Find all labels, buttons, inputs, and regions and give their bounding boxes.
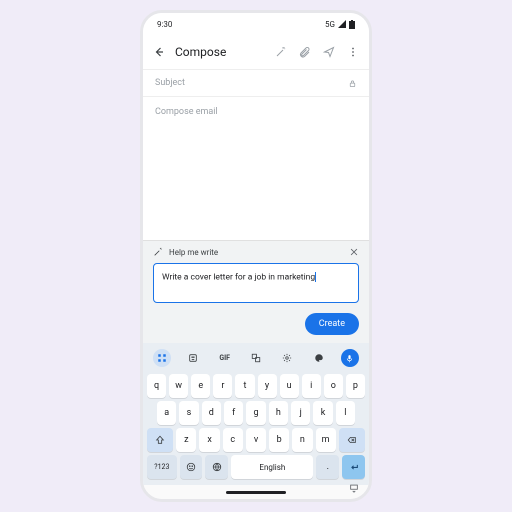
key-j[interactable]: j xyxy=(291,401,310,425)
subject-placeholder: Subject xyxy=(155,78,185,88)
key-q[interactable]: q xyxy=(147,374,166,398)
key-s[interactable]: s xyxy=(179,401,198,425)
body-spacer xyxy=(143,177,369,240)
send-icon[interactable] xyxy=(323,46,335,58)
key-space[interactable]: English xyxy=(231,455,313,479)
key-d[interactable]: d xyxy=(202,401,221,425)
nav-bar xyxy=(143,485,369,499)
apps-grid-icon[interactable] xyxy=(153,349,171,367)
mic-icon[interactable] xyxy=(341,349,359,367)
help-prompt-input[interactable]: Write a cover letter for a job in market… xyxy=(153,263,359,303)
key-a[interactable]: a xyxy=(157,401,176,425)
keyboard-row-4: ?123 English . xyxy=(147,455,365,479)
key-w[interactable]: w xyxy=(169,374,188,398)
body-placeholder: Compose email xyxy=(155,107,218,117)
key-z[interactable]: z xyxy=(176,428,196,452)
help-header: Help me write xyxy=(143,241,369,263)
subject-field[interactable]: Subject xyxy=(143,69,369,97)
status-time: 9:30 xyxy=(157,20,172,29)
battery-icon xyxy=(349,20,355,29)
key-l[interactable]: l xyxy=(336,401,355,425)
keyboard-toolbar: GIF xyxy=(147,347,365,371)
signal-icon xyxy=(338,20,346,28)
palette-icon[interactable] xyxy=(310,349,328,367)
key-h[interactable]: h xyxy=(269,401,288,425)
key-n[interactable]: n xyxy=(292,428,312,452)
key-g[interactable]: g xyxy=(246,401,265,425)
key-i[interactable]: i xyxy=(302,374,321,398)
page-title: Compose xyxy=(175,45,265,59)
key-shift[interactable] xyxy=(147,428,173,452)
keyboard-row-2: a s d f g h j k l xyxy=(147,401,365,425)
more-icon[interactable] xyxy=(347,46,359,58)
lock-icon xyxy=(348,79,357,88)
compose-topbar: Compose xyxy=(143,35,369,69)
keyboard-row-1: q w e r t y u i o p xyxy=(147,374,365,398)
help-prompt-text: Write a cover letter for a job in market… xyxy=(162,272,315,282)
text-cursor xyxy=(315,272,316,282)
key-y[interactable]: y xyxy=(258,374,277,398)
key-symbols[interactable]: ?123 xyxy=(147,455,177,479)
settings-icon[interactable] xyxy=(278,349,296,367)
help-me-write-panel: Help me write Write a cover letter for a… xyxy=(143,240,369,343)
close-icon[interactable] xyxy=(349,247,359,257)
key-v[interactable]: v xyxy=(246,428,266,452)
attachment-icon[interactable] xyxy=(299,46,311,58)
key-b[interactable]: b xyxy=(269,428,289,452)
network-label: 5G xyxy=(325,20,335,29)
create-button[interactable]: Create xyxy=(305,313,359,335)
gif-icon[interactable]: GIF xyxy=(216,349,234,367)
nav-pill[interactable] xyxy=(226,491,286,494)
key-r[interactable]: r xyxy=(213,374,232,398)
key-u[interactable]: u xyxy=(280,374,299,398)
pencil-sparkle-icon xyxy=(153,247,163,257)
email-body-field[interactable]: Compose email xyxy=(143,97,369,177)
key-t[interactable]: t xyxy=(235,374,254,398)
key-x[interactable]: x xyxy=(199,428,219,452)
status-indicators: 5G xyxy=(325,20,355,29)
key-k[interactable]: k xyxy=(313,401,332,425)
key-p[interactable]: p xyxy=(346,374,365,398)
sticker-icon[interactable] xyxy=(184,349,202,367)
back-icon[interactable] xyxy=(153,46,165,58)
key-o[interactable]: o xyxy=(324,374,343,398)
translate-icon[interactable] xyxy=(247,349,265,367)
key-c[interactable]: c xyxy=(223,428,243,452)
status-bar: 9:30 5G xyxy=(143,13,369,35)
keyboard-collapse-icon[interactable] xyxy=(349,483,359,495)
phone-frame: 9:30 5G Compose Subject xyxy=(140,10,372,502)
keyboard-row-3: z x c v b n m xyxy=(147,428,365,452)
key-f[interactable]: f xyxy=(224,401,243,425)
key-backspace[interactable] xyxy=(339,428,365,452)
key-globe[interactable] xyxy=(205,455,228,479)
key-enter[interactable] xyxy=(342,455,365,479)
key-m[interactable]: m xyxy=(316,428,336,452)
magic-write-icon[interactable] xyxy=(275,46,287,58)
key-period[interactable]: . xyxy=(316,455,339,479)
key-e[interactable]: e xyxy=(191,374,210,398)
help-title: Help me write xyxy=(169,248,218,257)
key-emoji[interactable] xyxy=(180,455,203,479)
keyboard: GIF q w e r t y u i o p xyxy=(143,343,369,485)
